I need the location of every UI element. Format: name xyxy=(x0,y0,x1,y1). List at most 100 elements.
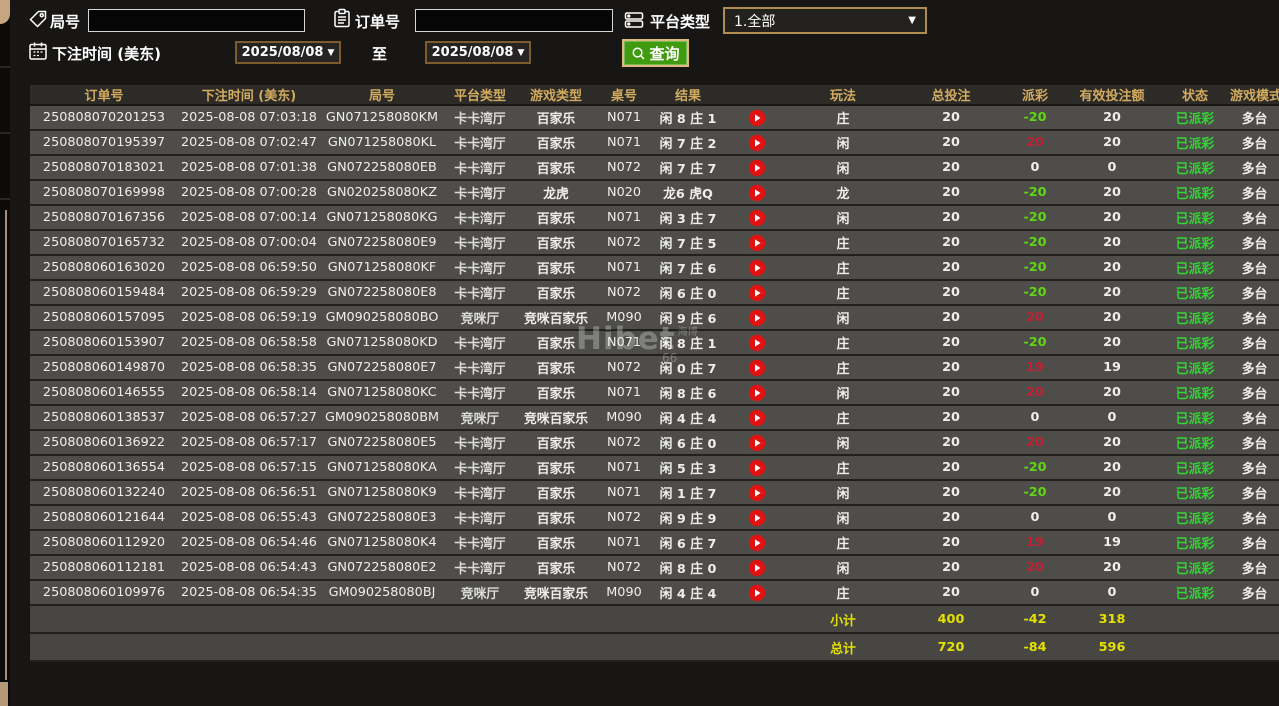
play-video-button[interactable] xyxy=(748,109,766,127)
cell-table-no: N071 xyxy=(596,330,652,356)
table-row: 250808060159484 2025-08-08 06:59:29 GN07… xyxy=(30,280,1279,306)
play-video-button[interactable] xyxy=(748,434,766,452)
cell-payout: 20 xyxy=(1006,430,1064,456)
cell-game-mode: 多台 xyxy=(1230,505,1279,531)
cell-play: 庄 xyxy=(790,105,896,131)
play-video-button[interactable] xyxy=(748,509,766,527)
play-video-button[interactable] xyxy=(748,584,766,602)
cell-platform: 卡卡湾厅 xyxy=(444,530,516,556)
play-video-button[interactable] xyxy=(748,559,766,577)
round-id-input[interactable] xyxy=(88,9,305,32)
cell-play: 庄 xyxy=(790,405,896,431)
cell-play: 闲 xyxy=(790,430,896,456)
cell-table-no: N071 xyxy=(596,130,652,156)
cell-replay xyxy=(724,130,790,156)
cell-game-type: 竞咪百家乐 xyxy=(516,580,596,606)
table-row: 250808060109976 2025-08-08 06:54:35 GM09… xyxy=(30,580,1279,606)
cell-valid-bet: 0 xyxy=(1064,155,1160,181)
play-video-button[interactable] xyxy=(748,159,766,177)
play-video-button[interactable] xyxy=(748,184,766,202)
cell-status: 已派彩 xyxy=(1160,205,1230,231)
cell-replay xyxy=(724,555,790,581)
cell-game-mode: 多台 xyxy=(1230,480,1279,506)
col-order-id: 订单号 xyxy=(30,85,178,106)
col-game-mode: 游戏模式 xyxy=(1230,85,1279,106)
play-video-button[interactable] xyxy=(748,259,766,277)
cell-round-id: GN020258080KZ xyxy=(320,180,444,206)
order-id-input[interactable] xyxy=(415,9,613,32)
cell-order-id: 250808070183021 xyxy=(30,155,178,181)
cell-status: 已派彩 xyxy=(1160,330,1230,356)
cell-status: 已派彩 xyxy=(1160,130,1230,156)
cell-result: 闲 8 庄 6 xyxy=(652,380,724,406)
cell-game-mode: 多台 xyxy=(1230,330,1279,356)
cell-round-id: GN071258080KC xyxy=(320,380,444,406)
cell-order-id: 250808060153907 xyxy=(30,330,178,356)
cell-order-id: 250808060136922 xyxy=(30,430,178,456)
cell-bet-time: 2025-08-08 06:59:19 xyxy=(178,305,320,331)
play-video-button[interactable] xyxy=(748,209,766,227)
cell-round-id: GN071258080KG xyxy=(320,205,444,231)
cell-status: 已派彩 xyxy=(1160,455,1230,481)
cell-play: 庄 xyxy=(790,580,896,606)
play-video-button[interactable] xyxy=(748,484,766,502)
cell-status: 已派彩 xyxy=(1160,430,1230,456)
cell-result: 闲 5 庄 3 xyxy=(652,455,724,481)
cell-play: 庄 xyxy=(790,255,896,281)
platform-type-select[interactable]: 1.全部 ▼ xyxy=(723,7,927,34)
play-video-button[interactable] xyxy=(748,334,766,352)
cell-status: 已派彩 xyxy=(1160,505,1230,531)
cell-platform: 卡卡湾厅 xyxy=(444,130,516,156)
play-video-button[interactable] xyxy=(748,534,766,552)
cell-round-id: GN072258080E9 xyxy=(320,230,444,256)
cell-round-id: GN072258080E3 xyxy=(320,505,444,531)
date-from-picker[interactable]: 2025/08/08 ▼ xyxy=(235,41,341,64)
play-video-button[interactable] xyxy=(748,134,766,152)
cell-platform: 卡卡湾厅 xyxy=(444,555,516,581)
cell-valid-bet: 20 xyxy=(1064,330,1160,356)
cell-order-id: 250808060138537 xyxy=(30,405,178,431)
col-round-id: 局号 xyxy=(320,85,444,106)
cell-bet-time: 2025-08-08 06:57:15 xyxy=(178,455,320,481)
strip-corner xyxy=(0,0,10,24)
cell-table-no: N071 xyxy=(596,380,652,406)
cell-platform: 卡卡湾厅 xyxy=(444,355,516,381)
cell-platform: 卡卡湾厅 xyxy=(444,280,516,306)
cell-game-mode: 多台 xyxy=(1230,430,1279,456)
cell-payout: -20 xyxy=(1006,230,1064,256)
cell-order-id: 250808060109976 xyxy=(30,580,178,606)
play-video-button[interactable] xyxy=(748,359,766,377)
play-video-button[interactable] xyxy=(748,384,766,402)
play-icon xyxy=(748,534,766,551)
table-row: 250808070165732 2025-08-08 07:00:04 GN07… xyxy=(30,230,1279,256)
cell-round-id: GN072258080E7 xyxy=(320,355,444,381)
play-video-button[interactable] xyxy=(748,309,766,327)
cell-status: 已派彩 xyxy=(1160,105,1230,131)
cell-play: 庄 xyxy=(790,230,896,256)
subtotal-payout: -42 xyxy=(1006,604,1064,634)
cell-status: 已派彩 xyxy=(1160,355,1230,381)
calendar-icon xyxy=(29,42,47,60)
cell-game-type: 百家乐 xyxy=(516,330,596,356)
date-to-picker[interactable]: 2025/08/08 ▼ xyxy=(425,41,531,64)
cell-table-no: N071 xyxy=(596,255,652,281)
cell-replay xyxy=(724,255,790,281)
grand-total-label: 总计 xyxy=(790,633,896,662)
cell-valid-bet: 0 xyxy=(1064,505,1160,531)
cell-total-bet: 20 xyxy=(896,455,1006,481)
cell-result: 闲 8 庄 1 xyxy=(652,330,724,356)
play-icon xyxy=(748,334,766,351)
cell-payout: 19 xyxy=(1006,530,1064,556)
cell-game-type: 百家乐 xyxy=(516,105,596,131)
platform-stack-icon xyxy=(624,12,644,28)
cell-round-id: GN071258080KF xyxy=(320,255,444,281)
cell-valid-bet: 20 xyxy=(1064,480,1160,506)
play-video-button[interactable] xyxy=(748,284,766,302)
cell-bet-time: 2025-08-08 06:55:43 xyxy=(178,505,320,531)
play-icon xyxy=(748,559,766,576)
play-video-button[interactable] xyxy=(748,409,766,427)
play-video-button[interactable] xyxy=(748,459,766,477)
play-video-button[interactable] xyxy=(748,234,766,252)
cell-status: 已派彩 xyxy=(1160,380,1230,406)
query-button[interactable]: 查询 xyxy=(622,39,689,67)
